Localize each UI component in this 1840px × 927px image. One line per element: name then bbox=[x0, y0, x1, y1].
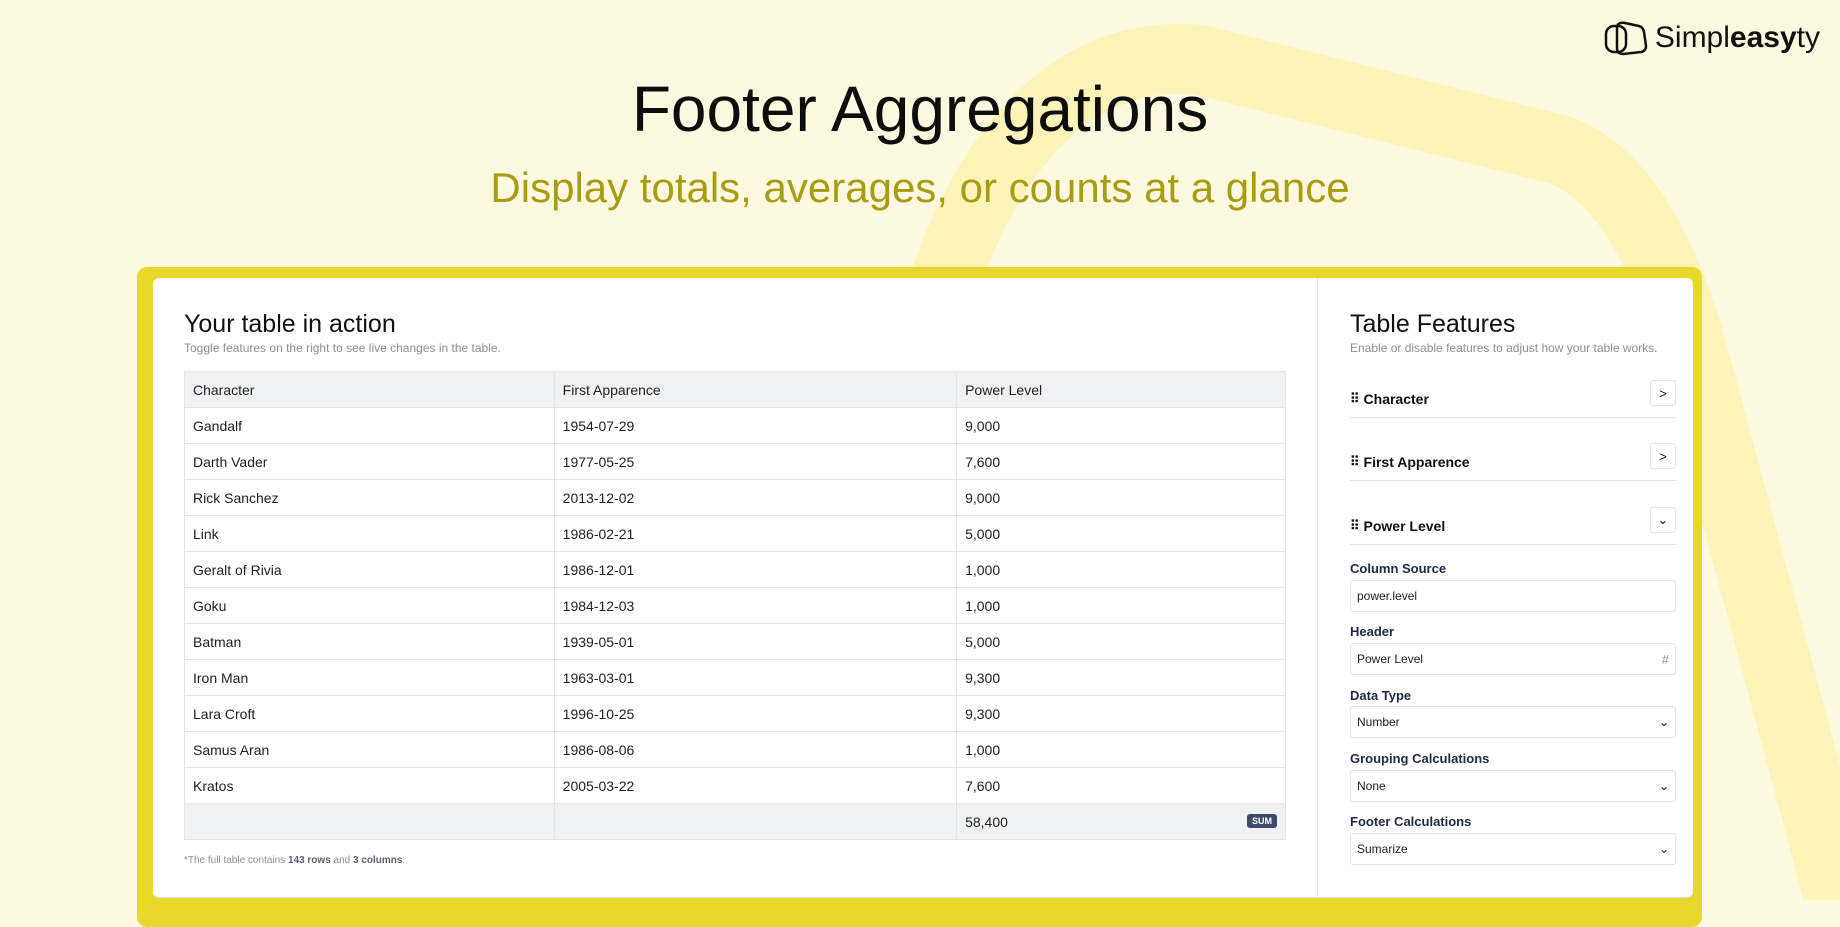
chevron-down-icon: ⌄ bbox=[1658, 842, 1669, 856]
column-header[interactable]: First Apparence bbox=[553, 371, 958, 408]
hero-subtitle: Display totals, averages, or counts at a… bbox=[490, 164, 1350, 211]
table-row: Samus Aran 1986-08-06 1,000 bbox=[184, 731, 1286, 768]
chevron-right-icon[interactable]: > bbox=[1650, 380, 1676, 406]
table-title: Your table in action bbox=[184, 310, 396, 338]
footer-row: 58,400 SUM bbox=[184, 803, 1286, 840]
brand-logo: Simpleasyty bbox=[1603, 20, 1820, 56]
data-type-select[interactable]: Number ⌄ bbox=[1350, 706, 1676, 738]
table-cell: 1954-07-29 bbox=[553, 407, 958, 444]
table-cell: 1,000 bbox=[956, 587, 1286, 624]
table-row: Link 1986-02-21 5,000 bbox=[184, 515, 1286, 552]
table-cell: Gandalf bbox=[184, 407, 555, 444]
grouping-select[interactable]: None ⌄ bbox=[1350, 770, 1676, 802]
data-table: Character First Apparence Power Level Gand… bbox=[184, 371, 1286, 840]
chevron-down-icon: ⌄ bbox=[1658, 715, 1669, 729]
sum-badge: SUM bbox=[1247, 813, 1277, 828]
data-type-label: Data Type bbox=[1350, 688, 1412, 703]
table-cell: Kratos bbox=[184, 767, 555, 804]
table-cell: 1,000 bbox=[956, 731, 1286, 768]
drag-handle-icon[interactable]: ⠿ bbox=[1350, 391, 1359, 407]
panel-divider bbox=[1317, 278, 1318, 898]
table-cell: Darth Vader bbox=[184, 443, 555, 480]
chevron-right-icon[interactable]: > bbox=[1650, 443, 1676, 469]
grid-icon: # bbox=[1661, 651, 1669, 667]
logo-icon bbox=[1604, 21, 1648, 56]
footer-calc-select[interactable]: Sumarize ⌄ bbox=[1350, 833, 1676, 865]
table-cell: Iron Man bbox=[184, 659, 555, 696]
table-cell: 1986-08-06 bbox=[553, 731, 958, 768]
table-row: Goku 1984-12-03 1,000 bbox=[184, 587, 1286, 624]
grouping-label: Grouping Calculations bbox=[1350, 751, 1490, 766]
footer-total: 58,400 bbox=[965, 813, 1008, 830]
feature-item-character[interactable]: ⠿ Character > bbox=[1350, 380, 1676, 418]
table-cell: 5,000 bbox=[956, 623, 1286, 660]
table-row: Batman 1939-05-01 5,000 bbox=[184, 623, 1286, 660]
table-cell: Lara Croft bbox=[184, 695, 555, 732]
table-cell: Goku bbox=[184, 587, 555, 624]
drag-handle-icon[interactable]: ⠿ bbox=[1350, 518, 1359, 534]
table-cell: 5,000 bbox=[956, 515, 1286, 552]
brand-name: Simpleasyty bbox=[1654, 21, 1820, 54]
table-cell: Samus Aran bbox=[184, 731, 555, 768]
chevron-down-icon: ⌄ bbox=[1658, 779, 1669, 793]
hero-title: Footer Aggregations bbox=[631, 73, 1209, 145]
table-cell: 1984-12-03 bbox=[553, 587, 958, 624]
feature-label: First Apparence bbox=[1363, 453, 1470, 470]
table-cell: 9,000 bbox=[956, 407, 1286, 444]
footer-total-cell: 58,400 SUM bbox=[956, 803, 1286, 840]
table-cell: 1986-12-01 bbox=[553, 551, 958, 588]
footer-cell bbox=[184, 803, 555, 840]
table-cell: 1996-10-25 bbox=[553, 695, 958, 732]
column-header[interactable]: Power Level bbox=[956, 371, 1286, 408]
table-row: Rick Sanchez 2013-12-02 9,000 bbox=[184, 479, 1286, 516]
table-cell: 1977-05-25 bbox=[553, 443, 958, 480]
table-cell: Rick Sanchez bbox=[184, 479, 555, 516]
drag-handle-icon[interactable]: ⠿ bbox=[1350, 454, 1359, 470]
header-input[interactable]: Power Level # bbox=[1350, 643, 1676, 675]
table-cell: 1963-03-01 bbox=[553, 659, 958, 696]
table-cell: Batman bbox=[184, 623, 555, 660]
table-cell: 9,000 bbox=[956, 479, 1286, 516]
feature-item-power-level[interactable]: ⠿ Power Level ⌄ bbox=[1350, 507, 1676, 545]
feature-label: Power Level bbox=[1363, 517, 1446, 534]
table-cell: 9,300 bbox=[956, 695, 1286, 732]
column-header[interactable]: Character bbox=[184, 371, 555, 408]
table-row: Lara Croft 1996-10-25 9,300 bbox=[184, 695, 1286, 732]
table-row: Iron Man 1963-03-01 9,300 bbox=[184, 659, 1286, 696]
table-row: Kratos 2005-03-22 7,600 bbox=[184, 767, 1286, 804]
table-cell: 2013-12-02 bbox=[553, 479, 958, 516]
column-source-label: Column Source bbox=[1350, 561, 1447, 576]
features-title: Table Features bbox=[1350, 310, 1516, 338]
table-cell: Link bbox=[184, 515, 555, 552]
table-cell: 7,600 bbox=[956, 443, 1286, 480]
table-cell: 7,600 bbox=[956, 767, 1286, 804]
header-label: Header bbox=[1350, 624, 1395, 639]
feature-label: Character bbox=[1363, 390, 1429, 407]
column-source-input[interactable]: power.level bbox=[1350, 580, 1676, 612]
table-row: Gandalf 1954-07-29 9,000 bbox=[184, 407, 1286, 444]
chevron-down-icon[interactable]: ⌄ bbox=[1650, 507, 1676, 533]
table-row: Geralt of Rivia 1986-12-01 1,000 bbox=[184, 551, 1286, 588]
table-cell: 2005-03-22 bbox=[553, 767, 958, 804]
table-row: Darth Vader 1977-05-25 7,600 bbox=[184, 443, 1286, 480]
footer-cell bbox=[553, 803, 958, 840]
demo-card: Your table in action Toggle features on … bbox=[153, 278, 1693, 898]
table-cell: 1,000 bbox=[956, 551, 1286, 588]
table-hint: Toggle features on the right to see live… bbox=[184, 341, 501, 355]
footer-calc-label: Footer Calculations bbox=[1350, 814, 1472, 829]
table-cell: 1939-05-01 bbox=[553, 623, 958, 660]
table-cell: 9,300 bbox=[956, 659, 1286, 696]
table-note: *The full table contains 143 rows and 3 … bbox=[184, 855, 406, 866]
feature-item-first-apparence[interactable]: ⠿ First Apparence > bbox=[1350, 443, 1676, 481]
features-hint: Enable or disable features to adjust how… bbox=[1350, 341, 1658, 355]
table-cell: 1986-02-21 bbox=[553, 515, 958, 552]
table-cell: Geralt of Rivia bbox=[184, 551, 555, 588]
